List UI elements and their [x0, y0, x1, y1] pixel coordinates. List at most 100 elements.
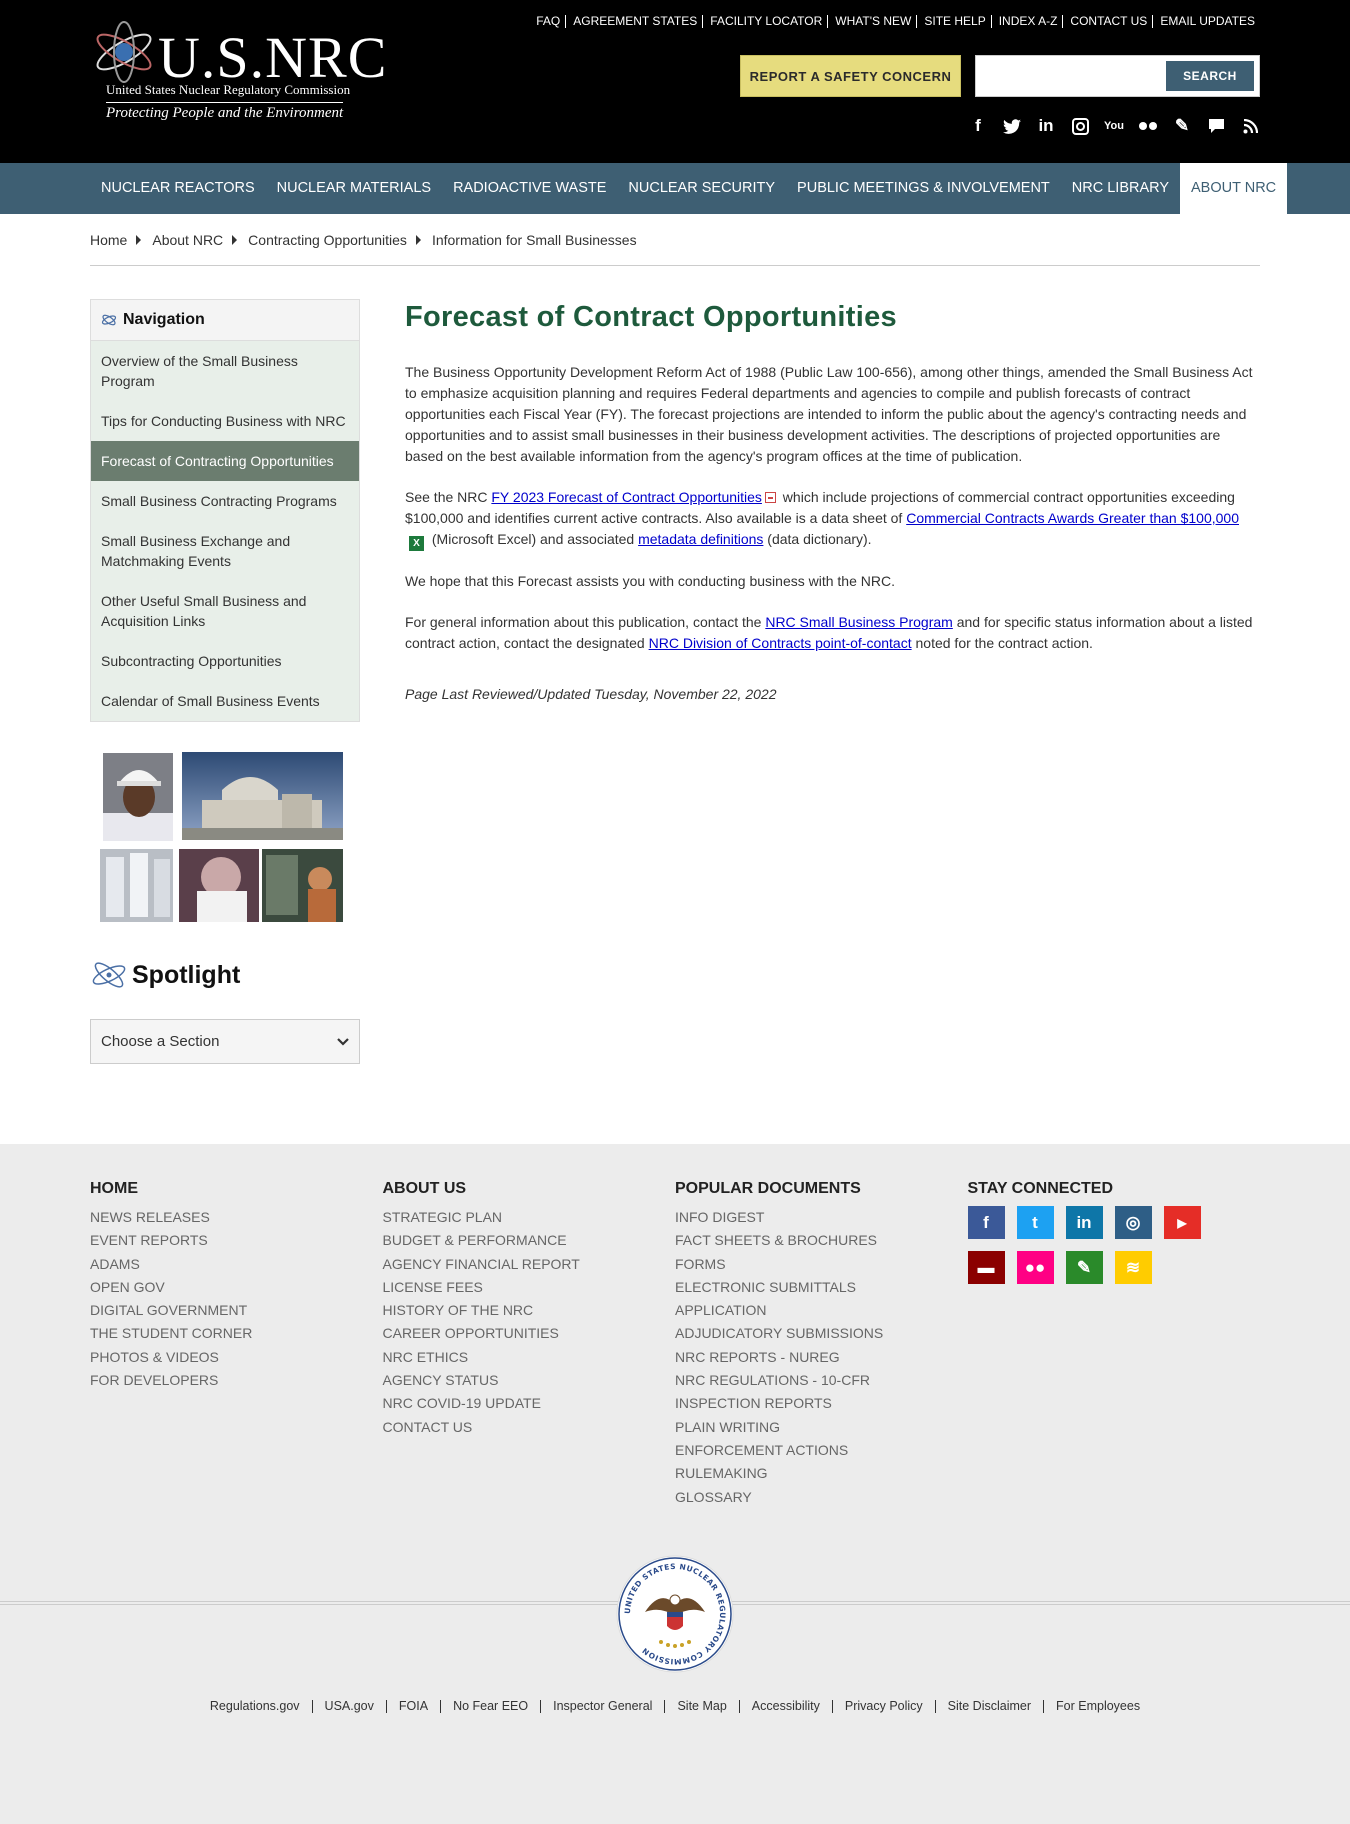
toplink-facility-locator[interactable]: FACILITY LOCATOR [702, 15, 827, 28]
footer-link[interactable]: FACT SHEETS & BROCHURES [675, 1229, 968, 1252]
nav-nuclear-security[interactable]: NUCLEAR SECURITY [617, 163, 786, 214]
footer-link[interactable]: ADJUDICATORY SUBMISSIONS [675, 1322, 968, 1345]
youtube-icon[interactable]: You [1104, 116, 1124, 136]
footer-link[interactable]: NEWS RELEASES [90, 1206, 383, 1229]
bottom-link-usa-gov[interactable]: USA.gov [311, 1700, 386, 1713]
footer-link[interactable]: RULEMAKING [675, 1462, 968, 1485]
toplink-faq[interactable]: FAQ [529, 15, 565, 28]
bottom-link-accessibility[interactable]: Accessibility [738, 1700, 832, 1713]
flickr-icon[interactable] [1138, 116, 1158, 136]
toplink-whats-new[interactable]: WHAT'S NEW [827, 15, 916, 28]
sidebar-item-exchange-events[interactable]: Small Business Exchange and Matchmaking … [91, 521, 359, 581]
footer-link[interactable]: HISTORY OF THE NRC [383, 1299, 676, 1322]
bottom-link-regulations[interactable]: Regulations.gov [198, 1700, 312, 1713]
breadcrumb-home[interactable]: Home [90, 232, 127, 248]
bottom-link-disclaimer[interactable]: Site Disclaimer [934, 1700, 1043, 1713]
facebook-icon[interactable]: f [968, 116, 988, 136]
footer-link[interactable]: PHOTOS & VIDEOS [90, 1346, 383, 1369]
footer-link[interactable]: APPLICATION [675, 1299, 968, 1322]
pencil-icon[interactable]: ✎ [1172, 116, 1192, 136]
footer-link[interactable]: CAREER OPPORTUNITIES [383, 1322, 676, 1345]
footer-link[interactable]: PLAIN WRITING [675, 1416, 968, 1439]
footer-link[interactable]: OPEN GOV [90, 1276, 383, 1299]
footer-link[interactable]: EVENT REPORTS [90, 1229, 383, 1252]
fy2023-forecast-link[interactable]: FY 2023 Forecast of Contract Opportuniti… [491, 489, 762, 505]
nrc-logo[interactable]: U.S.NRC United States Nuclear Regulatory… [90, 18, 386, 126]
youtube-icon[interactable]: ▶ [1163, 1206, 1201, 1239]
division-of-contracts-link[interactable]: NRC Division of Contracts point-of-conta… [649, 635, 912, 651]
rss-icon[interactable] [1240, 116, 1260, 136]
footer-link[interactable]: INFO DIGEST [675, 1206, 968, 1229]
nav-public-meetings[interactable]: PUBLIC MEETINGS & INVOLVEMENT [786, 163, 1061, 214]
toplink-contact-us[interactable]: CONTACT US [1062, 15, 1152, 28]
toplink-index[interactable]: INDEX A-Z [990, 15, 1063, 28]
footer-link[interactable]: NRC COVID-19 UPDATE [383, 1392, 676, 1415]
comment-icon[interactable] [1206, 116, 1226, 136]
sidebar-nav-header: Navigation [91, 300, 359, 341]
footer-link[interactable]: INSPECTION REPORTS [675, 1392, 968, 1415]
bottom-link-privacy[interactable]: Privacy Policy [831, 1700, 935, 1713]
sidebar-item-subcontracting[interactable]: Subcontracting Opportunities [91, 641, 359, 681]
instagram-icon[interactable]: ◎ [1114, 1206, 1152, 1239]
footer-link[interactable]: STRATEGIC PLAN [383, 1206, 676, 1229]
footer-link[interactable]: DIGITAL GOVERNMENT [90, 1299, 383, 1322]
sidebar-item-tips[interactable]: Tips for Conducting Business with NRC [91, 401, 359, 441]
footer-link[interactable]: ENFORCEMENT ACTIONS [675, 1439, 968, 1462]
footer-link[interactable]: LICENSE FEES [383, 1276, 676, 1299]
footer-link[interactable]: THE STUDENT CORNER [90, 1322, 383, 1345]
toplink-agreement-states[interactable]: AGREEMENT STATES [565, 15, 702, 28]
sidebar-item-overview[interactable]: Overview of the Small Business Program [91, 341, 359, 401]
header-social-icons: f in You ✎ [968, 116, 1260, 136]
linkedin-icon[interactable]: in [1065, 1206, 1103, 1239]
toplink-email-updates[interactable]: EMAIL UPDATES [1152, 15, 1260, 28]
footer-link[interactable]: FOR DEVELOPERS [90, 1369, 383, 1392]
footer-link[interactable]: FORMS [675, 1253, 968, 1276]
sidebar-item-contracting-programs[interactable]: Small Business Contracting Programs [91, 481, 359, 521]
sidebar-item-useful-links[interactable]: Other Useful Small Business and Acquisit… [91, 581, 359, 641]
metadata-definitions-link[interactable]: metadata definitions [638, 531, 763, 547]
facebook-icon[interactable]: f [967, 1206, 1005, 1239]
flickr-icon[interactable]: ●● [1016, 1251, 1054, 1284]
bottom-link-employees[interactable]: For Employees [1043, 1700, 1152, 1713]
twitter-icon[interactable]: t [1016, 1206, 1054, 1239]
footer-link[interactable]: NRC REPORTS - NUREG [675, 1346, 968, 1369]
sidebar-item-forecast[interactable]: Forecast of Contracting Opportunities [91, 441, 359, 481]
nav-nuclear-materials[interactable]: NUCLEAR MATERIALS [266, 163, 442, 214]
instagram-icon[interactable] [1070, 116, 1090, 136]
search-input[interactable] [984, 64, 1164, 88]
footer-link[interactable]: AGENCY STATUS [383, 1369, 676, 1392]
pencil-icon[interactable]: ✎ [1065, 1251, 1103, 1284]
toplink-site-help[interactable]: SITE HELP [916, 15, 990, 28]
choose-section-dropdown[interactable]: Choose a Section [90, 1019, 360, 1064]
commercial-contracts-link[interactable]: Commercial Contracts Awards Greater than… [906, 510, 1239, 526]
breadcrumb-about-nrc[interactable]: About NRC [152, 232, 223, 248]
footer-link[interactable]: AGENCY FINANCIAL REPORT [383, 1253, 676, 1276]
twitter-icon[interactable] [1002, 116, 1022, 136]
footer-link[interactable]: NRC ETHICS [383, 1346, 676, 1369]
footer-link[interactable]: BUDGET & PERFORMANCE [383, 1229, 676, 1252]
footer-link[interactable]: NRC REGULATIONS - 10-CFR [675, 1369, 968, 1392]
search-button[interactable]: SEARCH [1166, 61, 1254, 91]
breadcrumb-small-businesses[interactable]: Information for Small Businesses [432, 232, 637, 248]
logo-subtitle: United States Nuclear Regulatory Commiss… [106, 82, 351, 97]
bottom-link-inspector-general[interactable]: Inspector General [540, 1700, 664, 1713]
comment-icon[interactable]: ▬ [967, 1251, 1005, 1284]
linkedin-icon[interactable]: in [1036, 116, 1056, 136]
footer-link[interactable]: ELECTRONIC SUBMITTALS [675, 1276, 968, 1299]
small-business-program-link[interactable]: NRC Small Business Program [765, 614, 953, 630]
rss-icon[interactable]: ≋ [1114, 1251, 1152, 1284]
footer-link[interactable]: ADAMS [90, 1253, 383, 1276]
bottom-link-no-fear[interactable]: No Fear EEO [440, 1700, 540, 1713]
breadcrumb-contracting[interactable]: Contracting Opportunities [248, 232, 407, 248]
footer-link[interactable]: CONTACT US [383, 1416, 676, 1439]
nav-radioactive-waste[interactable]: RADIOACTIVE WASTE [442, 163, 617, 214]
footer-link[interactable]: GLOSSARY [675, 1486, 968, 1509]
bottom-link-site-map[interactable]: Site Map [664, 1700, 738, 1713]
bottom-link-foia[interactable]: FOIA [385, 1700, 440, 1713]
text-span: For general information about this publi… [405, 614, 766, 630]
nav-about-nrc[interactable]: ABOUT NRC [1180, 163, 1288, 214]
sidebar-item-calendar[interactable]: Calendar of Small Business Events [91, 681, 359, 721]
report-safety-concern-button[interactable]: REPORT A SAFETY CONCERN [740, 55, 961, 97]
nav-nrc-library[interactable]: NRC LIBRARY [1061, 163, 1180, 214]
nav-nuclear-reactors[interactable]: NUCLEAR REACTORS [90, 163, 266, 214]
